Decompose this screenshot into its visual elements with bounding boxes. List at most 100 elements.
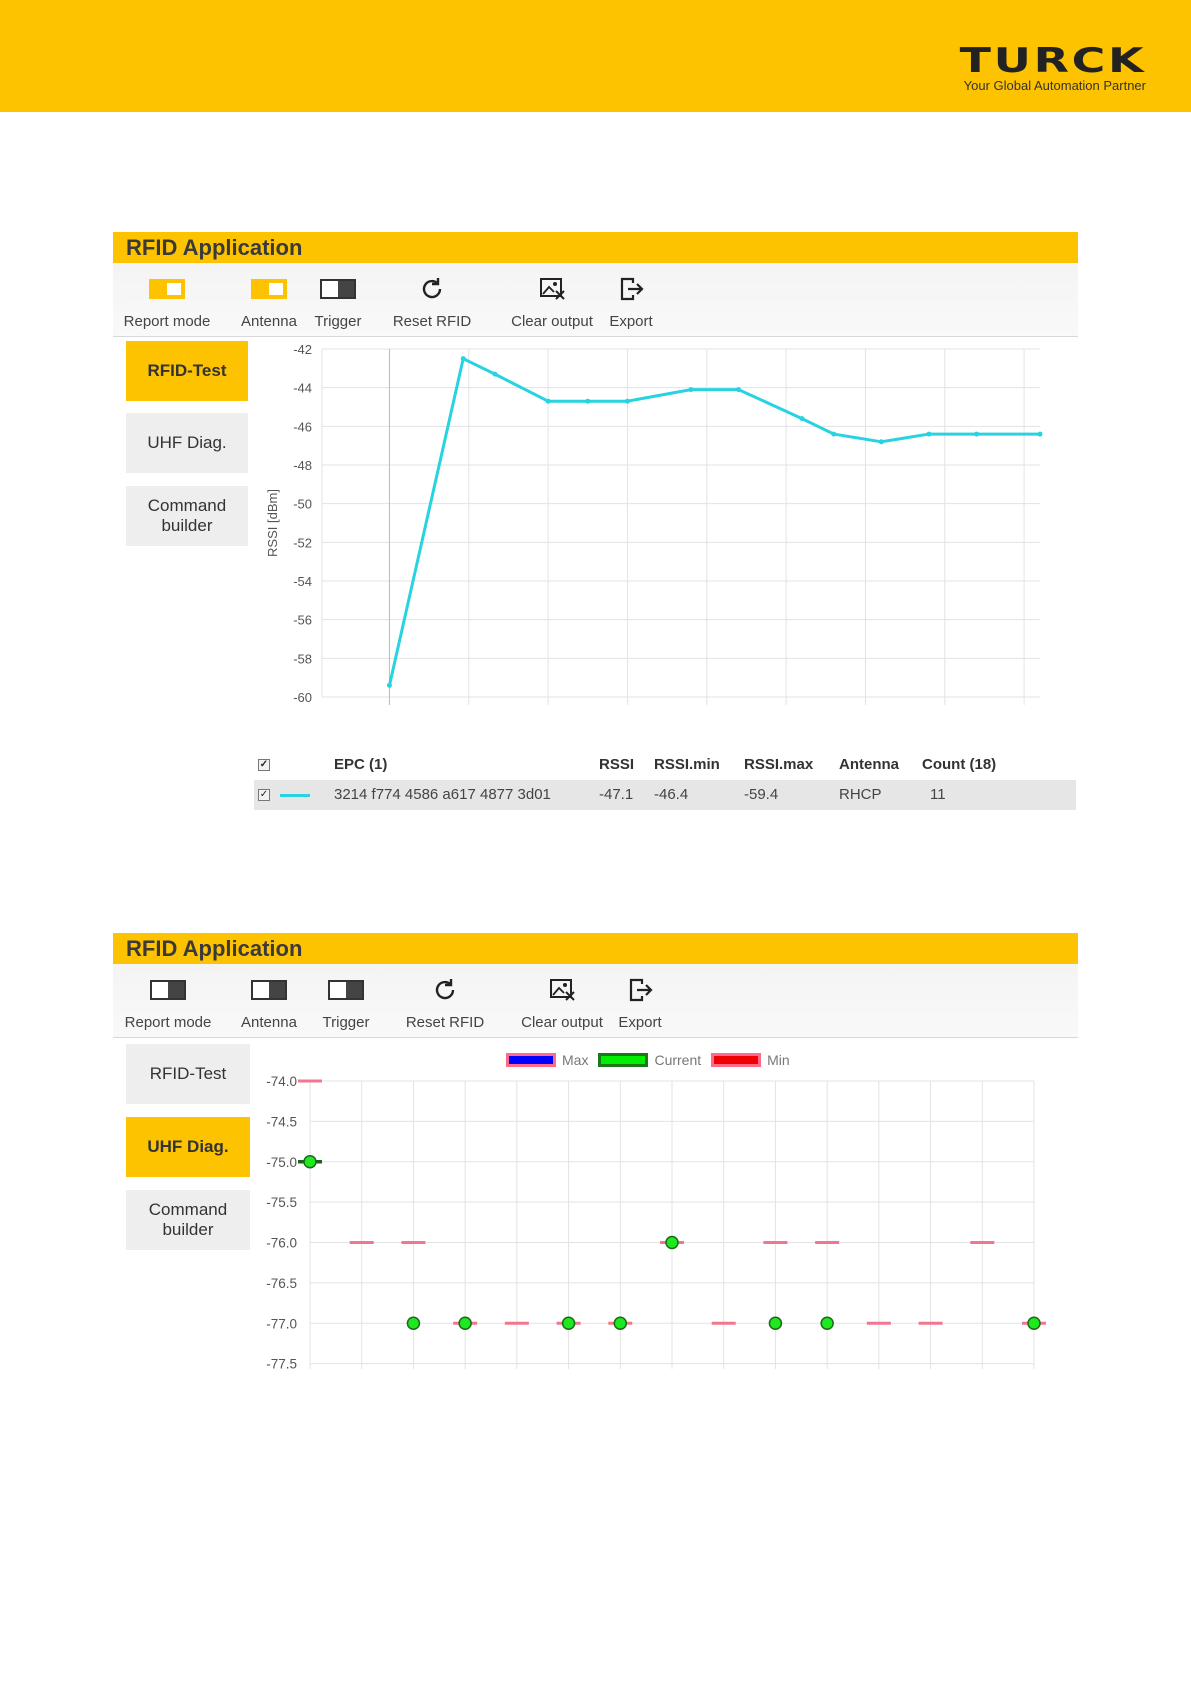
toolbar-reset-rfid-button[interactable]: Reset RFID — [393, 964, 497, 1038]
y-tick-label: -52 — [293, 535, 312, 550]
current-marker[interactable] — [665, 1235, 679, 1250]
data-point[interactable] — [545, 398, 551, 404]
toggle-knob — [338, 281, 354, 297]
toolbar-label: Antenna — [241, 313, 297, 330]
sidebar-item-label: Command builder — [148, 1200, 228, 1239]
data-point[interactable] — [974, 431, 980, 437]
y-tick-label: -50 — [293, 497, 312, 512]
toolbar-label: Trigger — [322, 1014, 370, 1031]
toolbar-label: Reset RFID — [392, 313, 472, 330]
current-marker[interactable] — [303, 1155, 317, 1169]
toolbar-reset-rfid-button[interactable]: Reset RFID — [380, 263, 484, 337]
data-point[interactable] — [878, 439, 884, 445]
toolbar-trigger-button[interactable]: Trigger — [309, 263, 367, 337]
toolbar-clear-output-button[interactable]: Clear output — [494, 263, 610, 337]
toolbar: Report mode Antenna Trigger Reset RFID Clear… — [113, 964, 1078, 1038]
data-point[interactable] — [492, 371, 498, 377]
toolbar-trigger-button[interactable]: Trigger — [317, 964, 375, 1038]
sidebar-item-label: RFID-Test — [147, 361, 227, 380]
current-marker[interactable] — [820, 1316, 834, 1330]
toggle-knob — [346, 982, 362, 998]
data-point[interactable] — [460, 356, 466, 362]
data-point[interactable] — [799, 416, 805, 422]
export-icon — [613, 275, 649, 303]
data-point[interactable] — [831, 431, 837, 437]
sidebar-item-label: UHF Diag. — [147, 433, 227, 452]
y-tick-label: -44 — [293, 381, 312, 396]
current-marker[interactable] — [406, 1316, 421, 1330]
panel-title: RFID Application — [113, 232, 1078, 263]
turck-logo: TURCK Your Global Automation Partner — [916, 44, 1146, 96]
toggle-on-icon — [251, 275, 287, 303]
sidebar-item-command-builder[interactable]: Command builder — [126, 486, 248, 546]
sidebar-item-command-builder[interactable]: Command builder — [126, 1190, 250, 1250]
sidebar-item-label: Command builder — [147, 496, 227, 535]
y-tick-label: -58 — [293, 651, 312, 666]
toggle-knob — [168, 982, 184, 998]
sidebar-item-uhf-diag[interactable]: UHF Diag. — [126, 413, 248, 473]
toggle-switch — [320, 279, 356, 299]
select-all-checkbox[interactable]: ✓ — [258, 759, 270, 771]
current-marker[interactable] — [458, 1316, 472, 1330]
column-header-rssi: RSSI — [599, 756, 635, 773]
toolbar-clear-output-button[interactable]: Clear output — [504, 964, 620, 1038]
legend-item-current[interactable]: Current — [598, 1052, 701, 1068]
table-row[interactable]: ✓ 3214 f774 4586 a617 4877 3d01 -47.1 -4… — [254, 780, 1076, 810]
toolbar-report-mode-button[interactable]: Report mode — [117, 964, 219, 1038]
column-header-antenna: Antenna — [839, 756, 899, 773]
cell-epc: 3214 f774 4586 a617 4877 3d01 — [334, 786, 551, 803]
data-point[interactable] — [736, 387, 742, 393]
toolbar-export-button[interactable]: Export — [604, 263, 658, 337]
y-tick-label: -76.5 — [266, 1276, 297, 1291]
refresh-icon — [414, 275, 450, 303]
y-tick-label: -77.5 — [266, 1357, 297, 1369]
data-point[interactable] — [926, 431, 932, 437]
current-marker[interactable] — [561, 1316, 576, 1330]
toolbar-label: Antenna — [241, 1014, 297, 1031]
current-marker[interactable] — [768, 1316, 783, 1330]
legend-item-max[interactable]: Max — [506, 1052, 588, 1068]
rfid-application-panel-2: RFID Application Report mode Antenna Trigg… — [113, 933, 1078, 1445]
table-header: ✓ EPC (1) RSSI RSSI.min RSSI.max Antenna… — [254, 750, 1076, 780]
toolbar-export-button[interactable]: Export — [613, 964, 667, 1038]
cell-rssi: -47.1 — [599, 786, 634, 803]
y-tick-label: -75.0 — [266, 1155, 297, 1170]
legend-item-min[interactable]: Min — [711, 1052, 790, 1068]
panel-title: RFID Application — [113, 933, 1078, 964]
toolbar-label: Clear output — [511, 313, 593, 330]
sidebar-item-rfid-test[interactable]: RFID-Test — [126, 1044, 250, 1104]
toolbar-antenna-button[interactable]: Antenna — [237, 263, 301, 337]
cell-antenna: RHCP — [839, 786, 882, 803]
y-tick-label: -54 — [293, 574, 312, 589]
toggle-switch — [328, 980, 364, 1000]
toolbar-report-mode-button[interactable]: Report mode — [117, 263, 217, 337]
current-marker[interactable] — [613, 1316, 628, 1330]
data-point[interactable] — [624, 398, 630, 404]
legend-swatch-current — [598, 1053, 649, 1067]
clear-image-icon — [534, 275, 570, 303]
data-point[interactable] — [1037, 431, 1043, 437]
y-tick-label: -60 — [293, 690, 312, 705]
sidebar-item-uhf-diag[interactable]: UHF Diag. — [126, 1117, 250, 1177]
toggle-off-icon — [251, 976, 287, 1004]
column-header-epc: EPC (1) — [334, 756, 388, 773]
top-banner: TURCK Your Global Automation Partner — [0, 0, 1191, 112]
toggle-knob — [269, 982, 285, 998]
row-checkbox[interactable]: ✓ — [258, 789, 270, 801]
data-point[interactable] — [688, 387, 694, 393]
toggle-off-icon — [328, 976, 364, 1004]
toolbar-antenna-button[interactable]: Antenna — [238, 964, 300, 1038]
toolbar-label: Report mode — [123, 313, 211, 330]
cell-rssi-min: -46.4 — [654, 786, 689, 803]
data-point[interactable] — [585, 398, 591, 404]
data-point[interactable] — [386, 682, 392, 688]
epc-table: ✓ EPC (1) RSSI RSSI.min RSSI.max Antenna… — [254, 750, 1076, 810]
current-marker[interactable] — [1027, 1316, 1041, 1330]
toolbar-label: Export — [609, 313, 653, 330]
toggle-switch — [251, 279, 287, 299]
sidebar-item-rfid-test[interactable]: RFID-Test — [126, 341, 248, 401]
column-header-rssi-max: RSSI.max — [744, 756, 814, 773]
toolbar-label: Reset RFID — [405, 1014, 485, 1031]
legend-label-min: Min — [767, 1052, 790, 1068]
y-tick-label: -46 — [293, 419, 312, 434]
